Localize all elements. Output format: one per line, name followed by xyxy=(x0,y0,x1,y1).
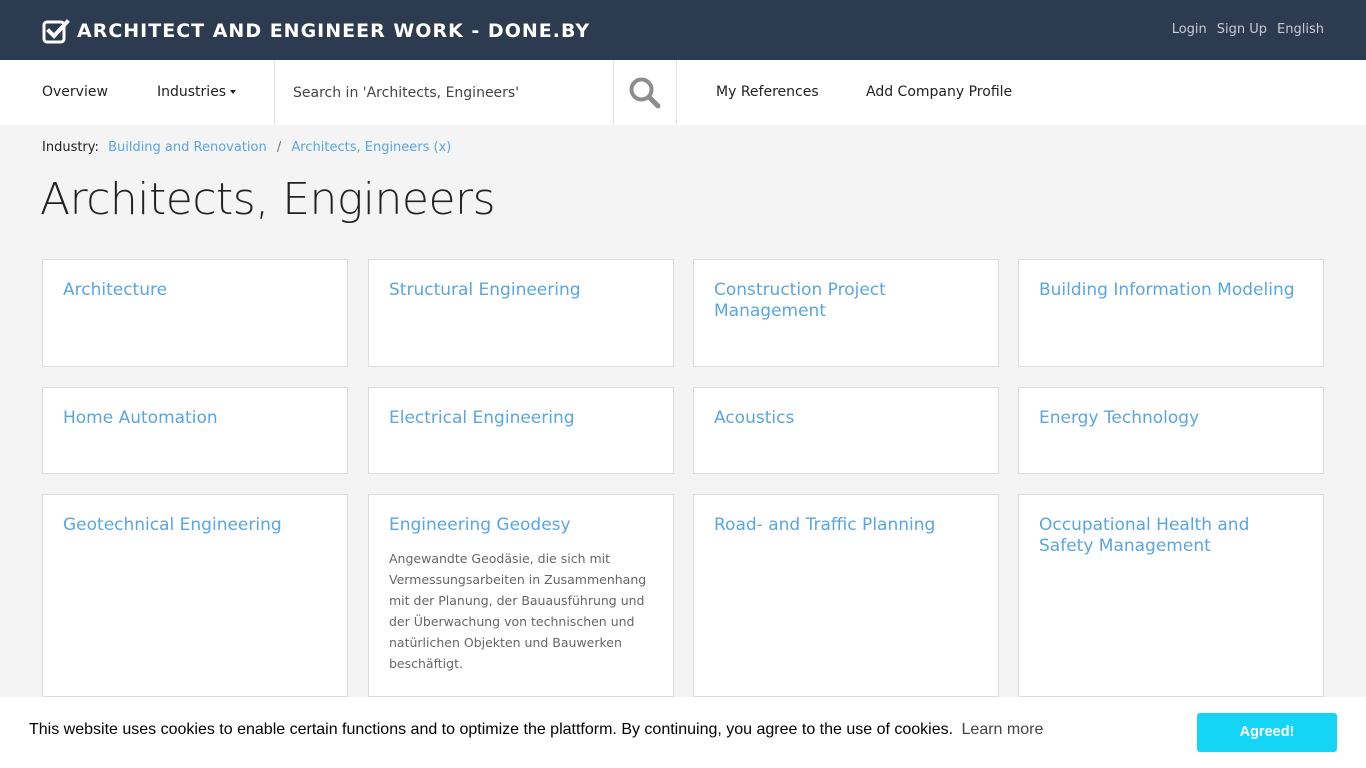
category-title[interactable]: Road- and Traffic Planning xyxy=(714,515,978,536)
nav-industries-label: Industries xyxy=(157,84,227,100)
category-card[interactable]: Road- and Traffic Planning xyxy=(693,494,999,697)
nav-add-company-profile[interactable]: Add Company Profile xyxy=(866,60,1012,125)
breadcrumb-separator: / xyxy=(276,140,282,155)
category-title[interactable]: Building Information Modeling xyxy=(1039,280,1303,301)
search-icon xyxy=(629,77,661,108)
category-card[interactable]: Energy Technology xyxy=(1018,387,1324,474)
nav-overview[interactable]: Overview xyxy=(42,60,108,125)
category-title[interactable]: Occupational Health and Safety Managemen… xyxy=(1039,515,1303,557)
search-box xyxy=(274,60,614,125)
category-title[interactable]: Energy Technology xyxy=(1039,408,1303,429)
signup-link[interactable]: Sign Up xyxy=(1217,21,1267,39)
account-links: Login Sign Up English xyxy=(1162,21,1324,39)
language-link[interactable]: English xyxy=(1277,21,1324,39)
breadcrumb-label: Industry: xyxy=(42,140,99,155)
cookie-learn-more-link[interactable]: Learn more xyxy=(962,721,1044,738)
page-title: Architects, Engineers xyxy=(40,174,496,225)
category-title[interactable]: Construction Project Management xyxy=(714,280,978,322)
category-card[interactable]: Home Automation xyxy=(42,387,348,474)
category-card[interactable]: Building Information Modeling xyxy=(1018,259,1324,367)
login-link[interactable]: Login xyxy=(1172,21,1207,39)
checkbox-check-icon xyxy=(42,19,70,44)
category-title[interactable]: Architecture xyxy=(63,280,327,301)
category-title[interactable]: Structural Engineering xyxy=(389,280,653,301)
nav-my-references[interactable]: My References xyxy=(716,60,819,125)
top-bar: ARCHITECT AND ENGINEER WORK - DONE.BY Lo… xyxy=(0,0,1366,60)
search-button[interactable] xyxy=(614,60,677,125)
category-card[interactable]: Construction Project Management xyxy=(693,259,999,367)
nav-bar: Overview Industries My References Add Co… xyxy=(0,60,1366,125)
category-title[interactable]: Engineering Geodesy xyxy=(389,515,653,536)
nav-industries-dropdown[interactable]: Industries xyxy=(157,60,237,125)
site-title[interactable]: ARCHITECT AND ENGINEER WORK - DONE.BY xyxy=(77,17,590,45)
brand[interactable]: ARCHITECT AND ENGINEER WORK - DONE.BY xyxy=(42,17,590,45)
category-title[interactable]: Home Automation xyxy=(63,408,327,429)
breadcrumb-item-building-renovation[interactable]: Building and Renovation xyxy=(108,140,267,155)
cookie-message: This website uses cookies to enable cert… xyxy=(29,721,954,738)
category-card[interactable]: Electrical Engineering xyxy=(368,387,674,474)
cookie-accept-button[interactable]: Agreed! xyxy=(1197,713,1337,752)
category-card[interactable]: Structural Engineering xyxy=(368,259,674,367)
category-card[interactable]: Geotechnical Engineering xyxy=(42,494,348,697)
category-card[interactable]: Architecture xyxy=(42,259,348,367)
cookie-banner: This website uses cookies to enable cert… xyxy=(0,697,1366,768)
breadcrumb-item-architects-engineers[interactable]: Architects, Engineers (x) xyxy=(291,140,451,155)
category-card[interactable]: Occupational Health and Safety Managemen… xyxy=(1018,494,1324,697)
category-description: Angewandte Geodäsie, die sich mit Vermes… xyxy=(389,551,647,671)
caret-down-icon xyxy=(230,90,237,94)
category-card[interactable]: Engineering Geodesy Angewandte Geodäsie,… xyxy=(368,494,674,697)
category-title[interactable]: Acoustics xyxy=(714,408,978,429)
search-input[interactable] xyxy=(275,60,613,125)
cookie-message-container: This website uses cookies to enable cert… xyxy=(29,721,1043,739)
category-title[interactable]: Electrical Engineering xyxy=(389,408,653,429)
category-card[interactable]: Acoustics xyxy=(693,387,999,474)
category-title[interactable]: Geotechnical Engineering xyxy=(63,515,327,536)
breadcrumb: Industry: Building and Renovation / Arch… xyxy=(42,140,451,155)
